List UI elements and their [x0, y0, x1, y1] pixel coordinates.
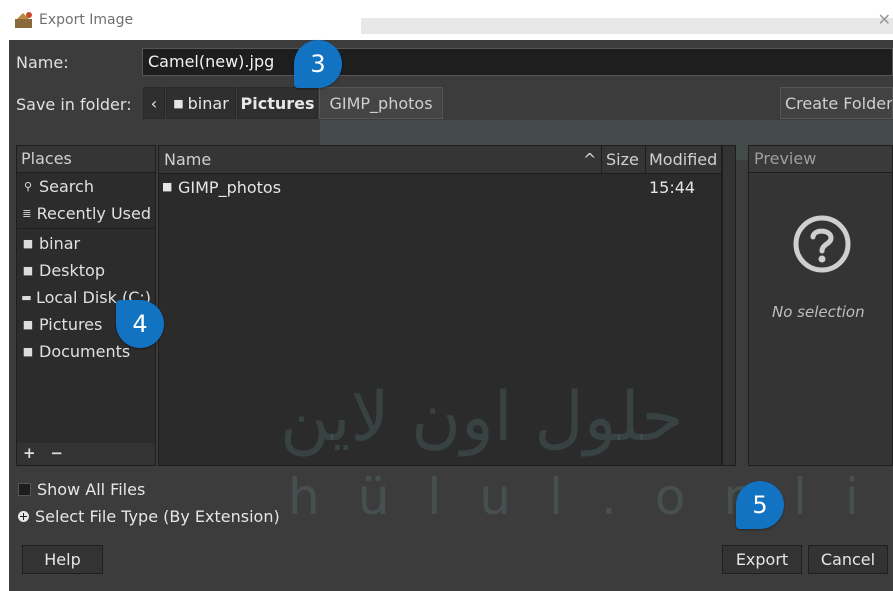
path-button-gimp-photos[interactable]: GIMP_photos: [319, 87, 443, 119]
place-label: Search: [39, 177, 94, 196]
title-bar: Export Image ✕: [0, 0, 893, 40]
path-button-pictures[interactable]: Pictures: [237, 87, 318, 119]
checkbox-label: Show All Files: [37, 480, 146, 499]
folder-icon: ■: [173, 96, 184, 110]
preview-header: Preview: [749, 146, 892, 173]
place-label: Pictures: [39, 315, 103, 334]
place-desktop[interactable]: ■ Desktop: [17, 257, 155, 284]
folder-icon: ■: [22, 318, 34, 331]
chevron-left-icon: ‹: [150, 93, 158, 113]
help-button[interactable]: Help: [22, 545, 103, 574]
place-label: Desktop: [39, 261, 105, 280]
window-title: Export Image: [39, 12, 134, 28]
expander-plus-icon: [18, 511, 29, 522]
callout-5: 5: [736, 481, 784, 529]
search-icon: ⚲: [23, 180, 33, 193]
places-footer: + −: [17, 443, 155, 465]
column-name[interactable]: Name: [164, 150, 211, 169]
folder-icon: ■: [22, 264, 34, 277]
column-modified[interactable]: Modified: [649, 150, 717, 169]
file-modified: 15:44: [649, 178, 696, 197]
divider: [645, 146, 646, 173]
path-label: Pictures: [240, 93, 315, 113]
filename-value: Camel(new).jpg: [148, 52, 275, 71]
path-label: binar: [187, 93, 229, 113]
file-name: GIMP_photos: [178, 178, 282, 197]
name-label: Name:: [16, 53, 69, 72]
divider: [601, 146, 602, 173]
places-header[interactable]: Places: [17, 146, 155, 173]
filename-input[interactable]: Camel(new).jpg: [142, 48, 893, 76]
title-bar-fill: [361, 18, 893, 34]
place-recently-used[interactable]: ≣ Recently Used: [17, 200, 155, 227]
expander-label: Select File Type (By Extension): [35, 507, 280, 526]
select-file-type-expander[interactable]: Select File Type (By Extension): [18, 507, 280, 526]
show-all-files-checkbox[interactable]: Show All Files: [18, 480, 145, 499]
path-label: GIMP_photos: [329, 93, 433, 113]
cancel-button[interactable]: Cancel: [808, 545, 888, 574]
file-list-scrollbar[interactable]: [722, 145, 736, 466]
divider: [17, 228, 155, 229]
callout-4: 4: [116, 300, 164, 348]
preview-panel: Preview No selection: [748, 145, 893, 466]
checkbox-icon: [18, 483, 31, 496]
add-bookmark-button[interactable]: +: [23, 444, 36, 462]
column-size[interactable]: Size: [606, 150, 639, 169]
recent-icon: ≣: [22, 207, 32, 220]
export-button[interactable]: Export: [722, 545, 802, 574]
folder-icon: ■: [22, 345, 34, 358]
no-selection-text: No selection: [772, 303, 865, 321]
place-binar[interactable]: ■ binar: [17, 230, 155, 257]
create-folder-button[interactable]: Create Folder: [780, 87, 893, 119]
close-icon[interactable]: ✕: [878, 10, 891, 29]
sort-ascending-icon: ^: [583, 150, 597, 169]
path-button-binar[interactable]: ■ binar: [166, 87, 236, 119]
file-list: Name ^ Size Modified ■ GIMP_photos 15:44: [158, 145, 722, 466]
save-in-folder-label: Save in folder:: [16, 95, 132, 114]
place-search[interactable]: ⚲ Search: [17, 173, 155, 200]
place-label: Documents: [39, 342, 131, 361]
place-label: Recently Used: [36, 204, 151, 223]
file-list-header: Name ^ Size Modified: [159, 146, 721, 174]
question-icon: [793, 215, 851, 273]
path-back-button[interactable]: ‹: [143, 87, 165, 119]
callout-3: 3: [294, 40, 342, 88]
remove-bookmark-button[interactable]: −: [50, 444, 63, 462]
folder-icon: ■: [22, 237, 34, 250]
file-row[interactable]: ■ GIMP_photos 15:44: [159, 174, 721, 201]
place-label: binar: [39, 234, 81, 253]
drive-icon: ▬: [21, 291, 32, 304]
gimp-icon: [15, 12, 32, 28]
folder-icon: ■: [162, 180, 173, 193]
